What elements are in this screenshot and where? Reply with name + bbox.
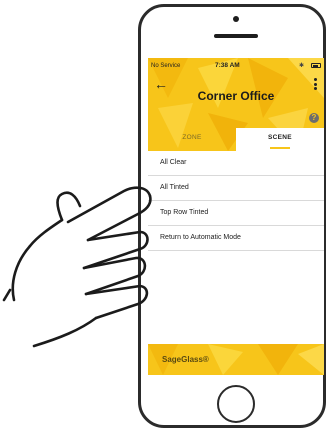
illustration: No Service 7:38 AM ✱ ← Corner Office ? Z… <box>0 0 334 432</box>
pointing-hand-icon <box>2 186 152 348</box>
